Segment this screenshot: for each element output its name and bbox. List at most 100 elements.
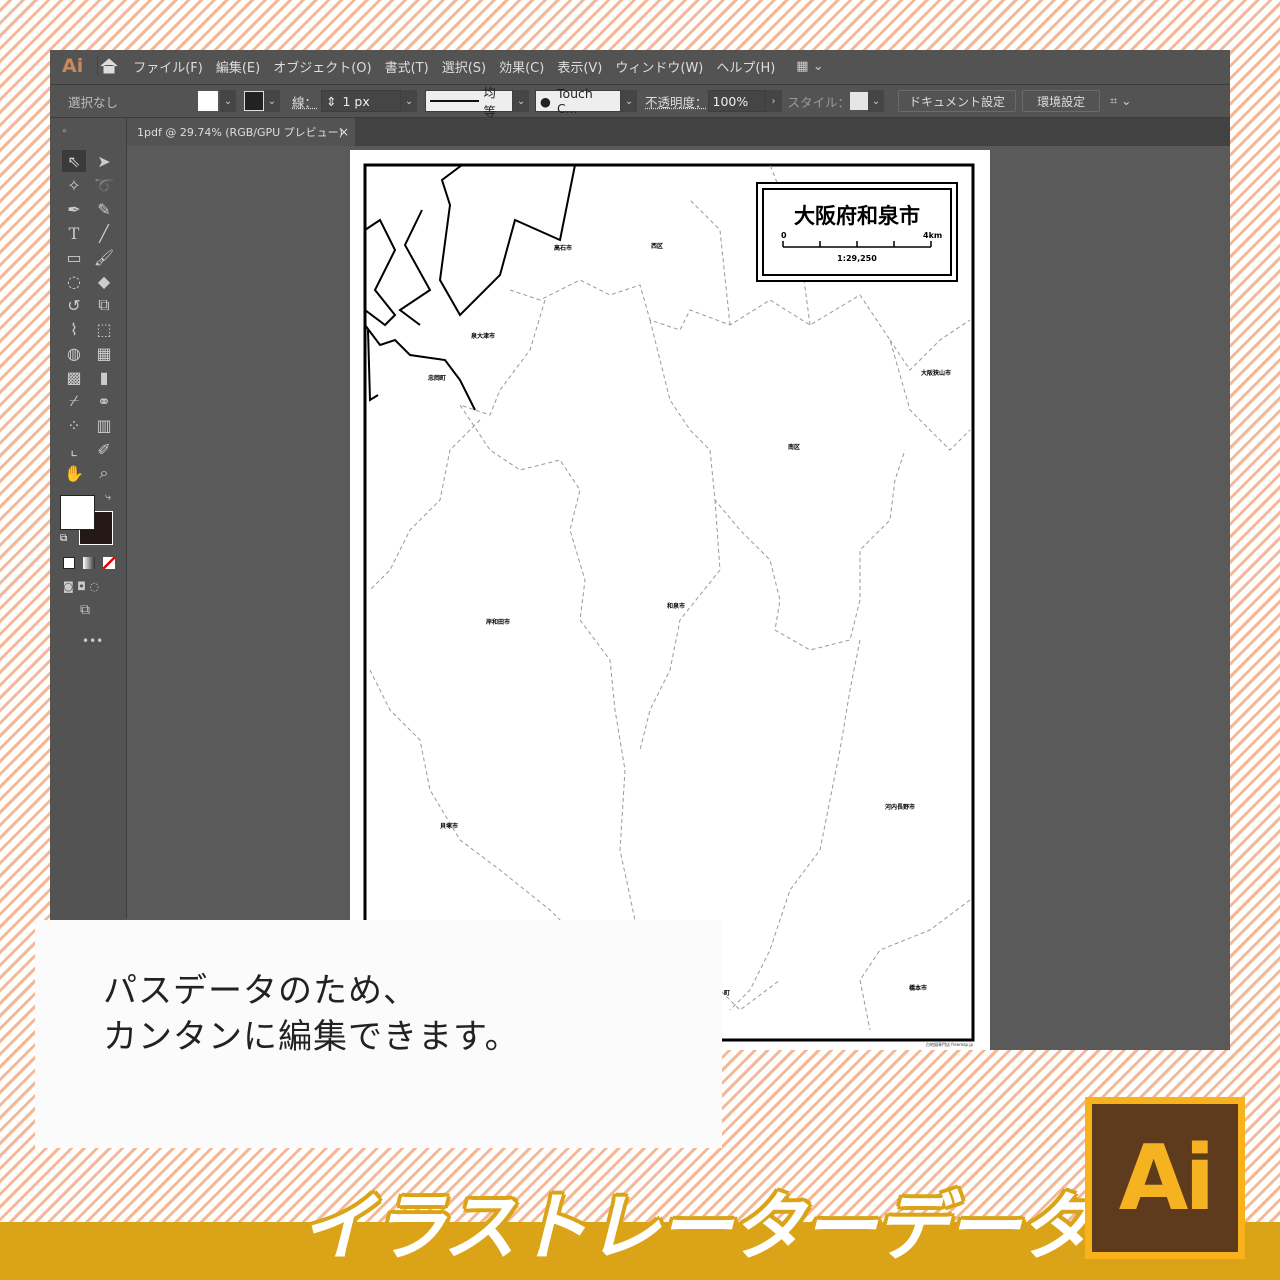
graph-tool-icon[interactable]: ▥ [92, 414, 116, 436]
map-drawing: 大阪府和泉市 0 4km 1:29,250 高石市 西区 泉大津市 忠岡町 大阪… [363, 163, 975, 1047]
caption-line-2: カンタンに編集できます。 [103, 1017, 520, 1057]
symbol-sprayer-icon[interactable]: ⁘ [62, 414, 86, 436]
place-label: 忠岡町 [428, 374, 446, 382]
collapse-icon[interactable]: « [62, 126, 67, 135]
menu-effect[interactable]: 効果(C) [499, 57, 544, 76]
stroke-profile-dropdown[interactable]: ⌄ [513, 90, 530, 112]
pen-tool-icon[interactable]: ✒ [62, 198, 86, 220]
stroke-label: 線： [292, 94, 318, 110]
tools-panel: « ⇖ ➤ ✧ ➰ ✒ ✎ T ╱ ▭ 🖌 ◌ ◆ ↺ ⧉ ⌇ ⬚ ◍ ▦ ▩ … [50, 118, 127, 918]
place-label: 橋本市 [909, 984, 927, 992]
style-label: スタイル： [787, 94, 851, 110]
artboard-tool-icon[interactable]: ⌞ [62, 438, 86, 460]
fill-swatch[interactable] [198, 91, 218, 111]
place-label: 貝塚市 [440, 822, 458, 830]
home-icon[interactable] [97, 56, 119, 76]
scale-tool-icon[interactable]: ⧉ [92, 294, 116, 316]
stroke-profile-value: 均等 [483, 85, 496, 119]
shape-builder-icon[interactable]: ◍ [62, 342, 86, 364]
illustrator-logo-text: Ai [1092, 1104, 1238, 1252]
menu-bar: Ai ファイル(F) 編集(E) オブジェクト(O) 書式(T) 選択(S) 効… [50, 50, 1230, 82]
brush-select[interactable]: ● Touch C... [535, 86, 622, 116]
stroke-profile-select[interactable]: 均等 [425, 85, 514, 119]
lasso-icon[interactable]: ➰ [92, 174, 116, 196]
place-label: 西区 [651, 242, 663, 250]
magic-wand-icon[interactable]: ✧ [62, 174, 86, 196]
artboard[interactable]: 大阪府和泉市 0 4km 1:29,250 高石市 西区 泉大津市 忠岡町 大阪… [350, 150, 990, 1050]
perspective-grid-icon[interactable]: ▦ [92, 342, 116, 364]
menu-view[interactable]: 表示(V) [557, 57, 602, 76]
style-dropdown[interactable]: ⌄ [868, 90, 885, 112]
illustrator-logo: Ai [1085, 1097, 1245, 1259]
preferences-button[interactable]: 環境設定 [1022, 90, 1101, 112]
banner-title: イラストレーターデータ [300, 1185, 1093, 1271]
selection-tool-icon[interactable]: ⇖ [62, 150, 86, 172]
opacity-arrow[interactable]: › [765, 90, 782, 112]
place-label: 和泉市 [666, 602, 685, 610]
rectangle-tool-icon[interactable]: ▭ [62, 246, 86, 268]
stroke-swatch[interactable] [244, 91, 264, 111]
caption-line-1: パスデータのため、 [103, 971, 418, 1011]
warp-tool-icon[interactable]: ⌇ [62, 318, 86, 340]
tab-document[interactable]: 1pdf @ 29.74% (RGB/GPU プレビュー) × [127, 118, 355, 146]
screen-mode-icon[interactable]: ⧉ [80, 602, 90, 618]
selection-status: 選択なし [68, 94, 119, 110]
caption-box: パスデータのため、 カンタンに編集できます。 [35, 920, 722, 1148]
stroke-dropdown[interactable]: ⌄ [264, 90, 280, 112]
draw-normal-icon[interactable]: ◙ ◘ ◌ [63, 580, 99, 593]
none-mode-icon[interactable] [103, 557, 115, 569]
zoom-tool-icon[interactable]: ⌕ [92, 462, 116, 484]
free-transform-icon[interactable]: ⬚ [92, 318, 116, 340]
menu-file[interactable]: ファイル(F) [133, 57, 203, 76]
menu-window[interactable]: ウィンドウ(W) [615, 57, 703, 76]
line-tool-icon[interactable]: ╱ [92, 222, 116, 244]
document-setup-button[interactable]: ドキュメント設定 [898, 90, 1017, 112]
scale-end: 4km [923, 231, 942, 240]
transform-icon[interactable]: ⌗ ⌄ [1110, 93, 1132, 109]
fill-dropdown[interactable]: ⌄ [220, 90, 236, 112]
shaper-tool-icon[interactable]: ◌ [62, 270, 86, 292]
eraser-icon[interactable]: ◆ [92, 270, 116, 292]
fill-color-box[interactable] [60, 495, 95, 530]
place-label: 町 [724, 990, 730, 997]
brush-value: Touch C... [556, 86, 593, 116]
workspace-switcher-icon[interactable]: ▦ ⌄ [796, 59, 823, 74]
more-tools-icon[interactable]: ••• [82, 634, 103, 648]
brush-dropdown[interactable]: ⌄ [621, 90, 638, 112]
place-label: 大阪狭山市 [921, 369, 951, 377]
menu-object[interactable]: オブジェクト(O) [273, 57, 371, 76]
mesh-tool-icon[interactable]: ▩ [62, 366, 86, 388]
app-logo: Ai [62, 55, 84, 77]
opacity-input[interactable]: 100% [707, 90, 766, 112]
paintbrush-icon[interactable]: 🖌 [92, 246, 116, 268]
opacity-label[interactable]: 不透明度： [645, 92, 708, 111]
menu-select[interactable]: 選択(S) [442, 57, 486, 76]
close-icon[interactable]: × [339, 125, 349, 139]
menu-edit[interactable]: 編集(E) [216, 57, 260, 76]
scale-start: 0 [781, 231, 787, 240]
swap-colors-icon[interactable]: ⤷ [105, 490, 111, 504]
place-label: 泉大津市 [470, 332, 495, 340]
stroke-weight-input[interactable]: ⇕ 1 px [321, 90, 402, 112]
default-colors-icon[interactable]: ⧉ [60, 533, 67, 544]
type-tool-icon[interactable]: T [62, 222, 86, 244]
slice-tool-icon[interactable]: ✐ [92, 438, 116, 460]
eyedropper-icon[interactable]: ⌿ [62, 390, 86, 412]
rotate-tool-icon[interactable]: ↺ [62, 294, 86, 316]
map-title: 大阪府和泉市 [794, 204, 920, 228]
blend-tool-icon[interactable]: ⚭ [92, 390, 116, 412]
boundary-lines [369, 164, 971, 1031]
document-tabs: 1pdf @ 29.74% (RGB/GPU プレビュー) × [127, 118, 1230, 146]
scale-ratio: 1:29,250 [837, 254, 877, 263]
color-mode-icon[interactable] [63, 557, 75, 569]
hand-tool-icon[interactable]: ✋ [62, 462, 86, 484]
place-label: 高石市 [554, 244, 572, 252]
style-swatch[interactable] [850, 92, 869, 110]
gradient-tool-icon[interactable]: ▮ [92, 366, 116, 388]
direct-selection-tool-icon[interactable]: ➤ [92, 150, 116, 172]
menu-type[interactable]: 書式(T) [385, 57, 429, 76]
menu-help[interactable]: ヘルプ(H) [716, 57, 775, 76]
gradient-mode-icon[interactable] [83, 557, 95, 569]
stroke-weight-dropdown[interactable]: ⌄ [401, 90, 418, 112]
curvature-tool-icon[interactable]: ✎ [92, 198, 116, 220]
